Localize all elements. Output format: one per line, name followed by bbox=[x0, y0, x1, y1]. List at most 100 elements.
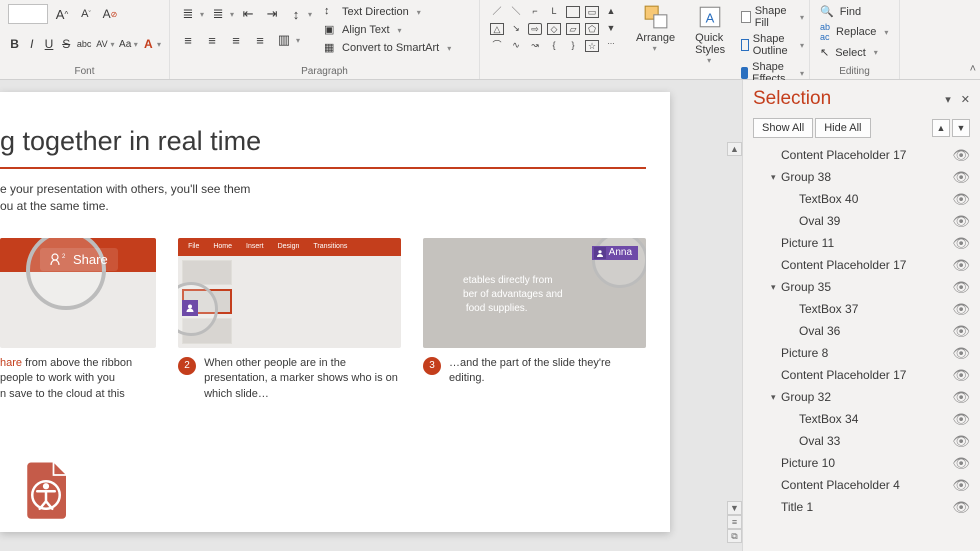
replace-button[interactable]: abacReplace▾ bbox=[818, 21, 891, 43]
italic-button[interactable]: I bbox=[25, 34, 38, 54]
visibility-toggle-icon[interactable]: 👁 bbox=[952, 367, 970, 384]
selection-item[interactable]: TextBox 34👁 bbox=[753, 408, 970, 430]
paragraph-group: ≣▾ ≣▾ ⇤ ⇥ ↕▾ ≡ ≡ ≡ ≡ ▥▾ ↕Text Direction▾… bbox=[170, 0, 480, 79]
underline-button[interactable]: U bbox=[42, 34, 55, 54]
visibility-toggle-icon[interactable]: 👁 bbox=[952, 499, 970, 516]
send-backward-button[interactable]: ▼ bbox=[952, 119, 970, 137]
selection-item[interactable]: ▾Group 35👁 bbox=[753, 276, 970, 298]
scroll-nav-widget[interactable]: ▼≡⧉ bbox=[727, 501, 742, 543]
decrease-font-button[interactable]: Aˇ bbox=[76, 4, 96, 24]
editing-group-label: Editing bbox=[818, 64, 891, 77]
selection-item[interactable]: Content Placeholder 4👁 bbox=[753, 474, 970, 496]
increase-indent-button[interactable]: ⇥ bbox=[262, 4, 282, 24]
align-left-button[interactable]: ≡ bbox=[178, 30, 198, 50]
selection-item[interactable]: TextBox 37👁 bbox=[753, 298, 970, 320]
slide[interactable]: g together in real time e your presentat… bbox=[0, 92, 670, 532]
justify-button[interactable]: ≡ bbox=[250, 30, 270, 50]
visibility-toggle-icon[interactable]: 👁 bbox=[952, 477, 970, 494]
selection-item[interactable]: Content Placeholder 17👁 bbox=[753, 144, 970, 166]
find-button[interactable]: 🔍Find bbox=[818, 4, 891, 19]
visibility-toggle-icon[interactable]: 👁 bbox=[952, 323, 970, 340]
align-center-button[interactable]: ≡ bbox=[202, 30, 222, 50]
decrease-indent-button[interactable]: ⇤ bbox=[238, 4, 258, 24]
share-badge: 2 Share bbox=[40, 248, 118, 271]
shapes-gallery[interactable]: ／＼⌐L▭▲ △↘⇨◇▱⬠▼ ⌒∿↝{}☆⋯ bbox=[488, 4, 622, 56]
accessibility-icon bbox=[20, 460, 72, 520]
strike-button[interactable]: S bbox=[60, 34, 73, 54]
font-group-label: Font bbox=[8, 64, 161, 77]
align-right-button[interactable]: ≡ bbox=[226, 30, 246, 50]
selection-item[interactable]: Picture 11👁 bbox=[753, 232, 970, 254]
convert-smartart-button[interactable]: ▦Convert to SmartArt▾ bbox=[322, 40, 453, 56]
caption-3: 3 …and the part of the slide they're edi… bbox=[423, 356, 646, 387]
visibility-toggle-icon[interactable]: 👁 bbox=[952, 257, 970, 274]
visibility-toggle-icon[interactable]: 👁 bbox=[952, 301, 970, 318]
selection-item[interactable]: Title 1👁 bbox=[753, 496, 970, 518]
align-text-button[interactable]: ▣Align Text▾ bbox=[322, 22, 453, 38]
slide-title: g together in real time bbox=[0, 126, 646, 157]
replace-icon: abac bbox=[820, 22, 830, 42]
selection-tree: Content Placeholder 17👁▾Group 38👁TextBox… bbox=[753, 144, 970, 518]
hide-all-button[interactable]: Hide All bbox=[815, 118, 870, 138]
visibility-toggle-icon[interactable]: 👁 bbox=[952, 213, 970, 230]
pane-options-button[interactable]: ▾ bbox=[945, 93, 951, 106]
ribbon: A^ Aˇ A⊘ B I U S abc AV▾ Aa▾ A▾ Font ≣▾ … bbox=[0, 0, 980, 80]
visibility-toggle-icon[interactable]: 👁 bbox=[952, 279, 970, 296]
shape-fill-button[interactable]: Shape Fill▾ bbox=[739, 4, 806, 30]
selection-item[interactable]: Oval 33👁 bbox=[753, 430, 970, 452]
visibility-toggle-icon[interactable]: 👁 bbox=[952, 455, 970, 472]
shadow-button[interactable]: abc bbox=[77, 34, 92, 54]
visibility-toggle-icon[interactable]: 👁 bbox=[952, 191, 970, 208]
visibility-toggle-icon[interactable]: 👁 bbox=[952, 169, 970, 186]
visibility-toggle-icon[interactable]: 👁 bbox=[952, 147, 970, 164]
selection-item[interactable]: Oval 36👁 bbox=[753, 320, 970, 342]
thumb-block-1: 2 Share hare from above the ribbon peopl… bbox=[0, 238, 156, 402]
visibility-toggle-icon[interactable]: 👁 bbox=[952, 345, 970, 362]
selection-item[interactable]: ▾Group 32👁 bbox=[753, 386, 970, 408]
clear-formatting-button[interactable]: A⊘ bbox=[100, 4, 120, 24]
visibility-toggle-icon[interactable]: 👁 bbox=[952, 411, 970, 428]
change-case-button[interactable]: Aa bbox=[119, 34, 132, 54]
mini-ribbon: FileHomeInsertDesignTransitions bbox=[178, 238, 401, 256]
selection-item[interactable]: TextBox 40👁 bbox=[753, 188, 970, 210]
increase-font-button[interactable]: A^ bbox=[52, 4, 72, 24]
arrange-button[interactable]: Arrange▾ bbox=[630, 4, 681, 53]
bullets-button[interactable]: ≣ bbox=[178, 4, 198, 24]
slide-subtitle: e your presentation with others, you'll … bbox=[0, 181, 646, 216]
columns-button[interactable]: ▥ bbox=[274, 30, 294, 50]
step-number-3: 3 bbox=[423, 357, 441, 375]
selection-item[interactable]: Content Placeholder 17👁 bbox=[753, 364, 970, 386]
selection-item[interactable]: ▾Group 38👁 bbox=[753, 166, 970, 188]
caption-2: 2 When other people are in the presentat… bbox=[178, 356, 401, 402]
title-underline bbox=[0, 167, 646, 169]
char-spacing-button[interactable]: AV bbox=[95, 34, 108, 54]
visibility-toggle-icon[interactable]: 👁 bbox=[952, 235, 970, 252]
selection-item[interactable]: Oval 39👁 bbox=[753, 210, 970, 232]
selection-item[interactable]: Picture 10👁 bbox=[753, 452, 970, 474]
thumb-block-2: FileHomeInsertDesignTransitions 2 When o… bbox=[178, 238, 401, 402]
font-color-button[interactable]: A bbox=[142, 34, 155, 54]
numbering-button[interactable]: ≣ bbox=[208, 4, 228, 24]
line-spacing-button[interactable]: ↕ bbox=[286, 4, 306, 24]
bold-button[interactable]: B bbox=[8, 34, 21, 54]
selection-item[interactable]: Content Placeholder 17👁 bbox=[753, 254, 970, 276]
shape-outline-button[interactable]: Shape Outline▾ bbox=[739, 32, 806, 58]
scroll-up-widget[interactable]: ▲ bbox=[727, 142, 742, 156]
caption-1: hare from above the ribbon people to wor… bbox=[0, 356, 156, 402]
quick-styles-button[interactable]: A Quick Styles▾ bbox=[689, 4, 731, 65]
main-area: g together in real time e your presentat… bbox=[0, 80, 980, 551]
visibility-toggle-icon[interactable]: 👁 bbox=[952, 433, 970, 450]
svg-text:A: A bbox=[706, 10, 715, 25]
select-button[interactable]: ↖Select▾ bbox=[818, 45, 891, 60]
visibility-toggle-icon[interactable]: 👁 bbox=[952, 389, 970, 406]
close-pane-button[interactable]: ✕ bbox=[961, 93, 970, 106]
show-all-button[interactable]: Show All bbox=[753, 118, 813, 138]
selection-item[interactable]: Picture 8👁 bbox=[753, 342, 970, 364]
thumb-block-3: etables directly from ber of advantages … bbox=[423, 238, 646, 402]
text-direction-button[interactable]: ↕Text Direction▾ bbox=[322, 4, 453, 20]
font-size-input[interactable] bbox=[8, 4, 48, 24]
bring-forward-button[interactable]: ▲ bbox=[932, 119, 950, 137]
paragraph-group-label: Paragraph bbox=[178, 64, 471, 77]
collapse-ribbon-button[interactable]: ˄ bbox=[970, 63, 976, 75]
drawing-group: ／＼⌐L▭▲ △↘⇨◇▱⬠▼ ⌒∿↝{}☆⋯ Arrange▾ A Quick … bbox=[480, 0, 810, 79]
